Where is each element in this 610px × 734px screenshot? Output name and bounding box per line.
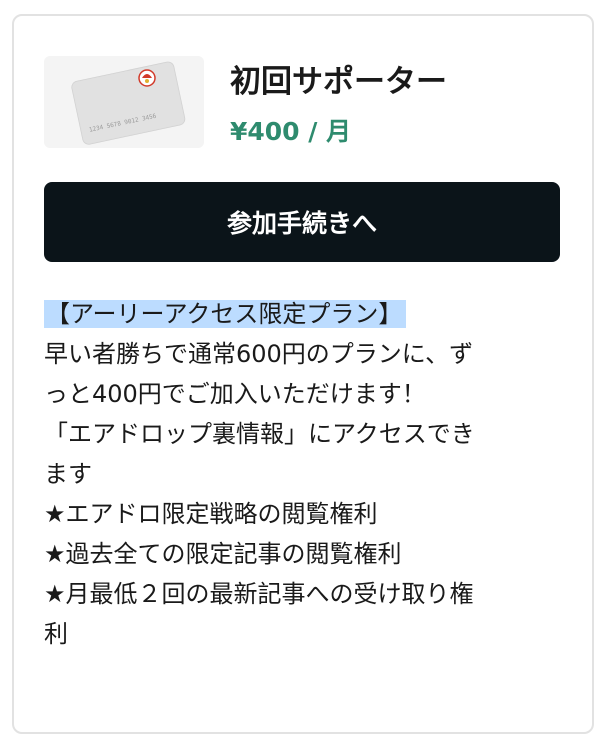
benefit-item: ★エアドロ限定戦略の閲覧権利 bbox=[44, 500, 378, 528]
benefit-item: ★月最低２回の最新記事への受け取り権 bbox=[44, 580, 474, 608]
plan-price: ¥400 / 月 bbox=[230, 117, 352, 146]
description-line: 早い者勝ちで通常600円のプランに、ず bbox=[44, 340, 474, 368]
join-button[interactable]: 参加手続きへ bbox=[44, 182, 560, 262]
plan-description-heading: 【アーリーアクセス限定プラン】 bbox=[44, 300, 407, 328]
plan-header: 1234 5678 9012 3456 初回サポーター ¥400 / 月 bbox=[44, 56, 564, 148]
description-line: っと400円でご加入いただけます！ bbox=[44, 380, 426, 408]
benefit-item: ★過去全ての限定記事の閲覧権利 bbox=[44, 540, 402, 568]
card-thumbnail: 1234 5678 9012 3456 bbox=[44, 56, 204, 148]
description-line: 「エアドロップ裏情報」にアクセスでき bbox=[44, 420, 475, 448]
description-line: ます bbox=[44, 460, 92, 488]
plan-card: 1234 5678 9012 3456 初回サポーター ¥400 / 月 参加手… bbox=[12, 14, 594, 734]
benefit-item: 利 bbox=[44, 620, 68, 648]
plan-description: 【アーリーアクセス限定プラン】 早い者勝ちで通常600円のプランに、ず っと40… bbox=[44, 294, 560, 654]
plan-title: 初回サポーター bbox=[230, 64, 447, 100]
credit-card-image: 1234 5678 9012 3456 bbox=[71, 61, 186, 145]
logo-icon bbox=[138, 69, 156, 87]
